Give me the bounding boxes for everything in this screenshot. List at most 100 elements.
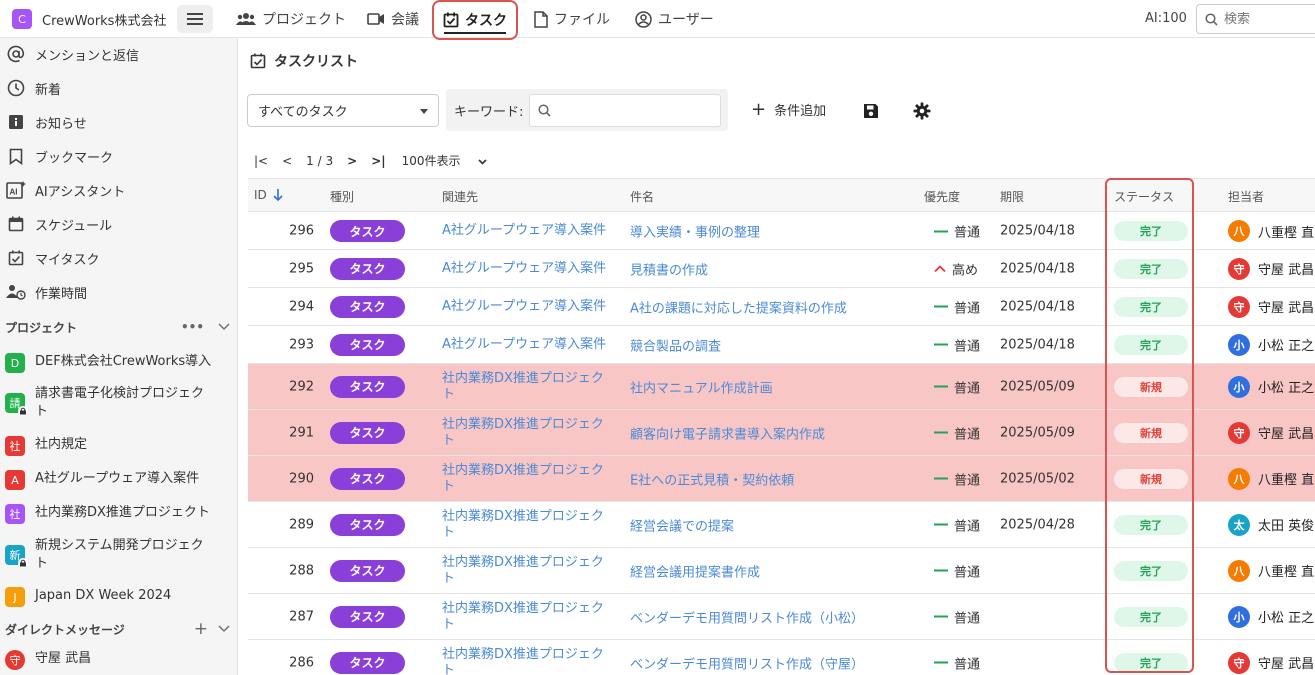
col-related[interactable]: 関連先 xyxy=(442,188,478,205)
task-related-link[interactable]: 社内業務DX推進プロジェクト xyxy=(442,371,614,403)
task-related-link[interactable]: 社内業務DX推進プロジェクト xyxy=(442,463,614,495)
nav-file[interactable]: ファイル xyxy=(534,0,610,38)
sidebar-item-work-time[interactable]: 作業時間 xyxy=(5,281,87,303)
table-row[interactable]: 291 タスク 社内業務DX推進プロジェクト 顧客向け電子請求書導入案内作成 普通 202… xyxy=(248,410,1315,456)
nav-meeting[interactable]: 会議 xyxy=(367,0,419,38)
table-row[interactable]: 288 タスク 社内業務DX推進プロジェクト 経営会議用提案書作成 普通 完了 八八重樫 直 xyxy=(248,548,1315,594)
global-search[interactable] xyxy=(1196,4,1315,34)
sidebar-item-schedule[interactable]: スケジュール xyxy=(5,213,112,235)
sidebar-item-ai-assistant[interactable]: AI AIアシスタント xyxy=(5,179,125,201)
chevron-down-icon[interactable] xyxy=(218,320,230,334)
task-status-badge: 完了 xyxy=(1114,221,1188,241)
save-filter-button[interactable] xyxy=(860,100,882,122)
nav-project[interactable]: プロジェクト xyxy=(236,0,346,38)
sidebar-item-notices[interactable]: お知らせ xyxy=(5,111,87,133)
project-item[interactable]: 新 新規システム開発プロジェクト xyxy=(5,537,230,573)
col-assignee[interactable]: 担当者 xyxy=(1228,188,1264,205)
sidebar-item-label: マイタスク xyxy=(35,252,100,268)
add-condition-button[interactable]: + 条件追加 xyxy=(751,100,826,119)
nav-user-label: ユーザー xyxy=(658,12,714,28)
task-assignee[interactable]: 八八重樫 直 xyxy=(1228,467,1314,490)
sidebar-item-new[interactable]: 新着 xyxy=(5,77,61,99)
task-assignee[interactable]: 守守屋 武昌 xyxy=(1228,421,1314,444)
prev-page-button[interactable]: < xyxy=(282,154,292,168)
project-item[interactable]: 社 社内規定 xyxy=(5,436,230,456)
project-item[interactable]: D DEF株式会社CrewWorks導入 xyxy=(5,353,230,373)
task-title-link[interactable]: 導入実績・事例の整理 xyxy=(630,222,760,241)
task-related-link[interactable]: A社グループウェア導入案件 xyxy=(442,223,614,239)
menu-toggle-button[interactable] xyxy=(177,5,213,33)
sidebar-item-bookmark[interactable]: ブックマーク xyxy=(5,145,113,167)
task-related-link[interactable]: 社内業務DX推進プロジェクト xyxy=(442,555,614,587)
global-search-input[interactable] xyxy=(1224,11,1314,27)
task-title-link[interactable]: A社の課題に対応した提案資料の作成 xyxy=(630,297,847,316)
col-title[interactable]: 件名 xyxy=(630,188,654,205)
task-assignee[interactable]: 八八重樫 直 xyxy=(1228,220,1314,242)
org-switcher[interactable]: C CrewWorks株式会社 xyxy=(12,9,166,29)
project-item[interactable]: 社 社内業務DX推進プロジェクト xyxy=(5,504,230,524)
col-priority[interactable]: 優先度 xyxy=(924,188,960,205)
task-assignee[interactable]: 守守屋 武昌 xyxy=(1228,257,1314,280)
first-page-button[interactable]: |< xyxy=(254,154,268,168)
keyword-input[interactable] xyxy=(529,93,722,127)
task-filter-select[interactable]: すべてのタスク xyxy=(247,94,439,127)
plus-icon[interactable]: + xyxy=(194,619,208,639)
col-status[interactable]: ステータス xyxy=(1114,188,1174,205)
table-row[interactable]: 286 タスク 社内業務DX推進プロジェクト ベンダーデモ用質問リスト作成（守屋） 普通… xyxy=(248,640,1315,675)
table-row[interactable]: 296 タスク A社グループウェア導入案件 導入実績・事例の整理 普通 2025/04/1… xyxy=(248,213,1315,250)
table-row[interactable]: 289 タスク 社内業務DX推進プロジェクト 経営会議での提案 普通 2025/04/28… xyxy=(248,502,1315,548)
table-row[interactable]: 287 タスク 社内業務DX推進プロジェクト ベンダーデモ用質問リスト作成（小松） 普通… xyxy=(248,594,1315,640)
nav-task[interactable]: タスク xyxy=(432,0,518,40)
task-title-link[interactable]: ベンダーデモ用質問リスト作成（小松） xyxy=(630,607,864,626)
task-related-link[interactable]: 社内業務DX推進プロジェクト xyxy=(442,647,614,675)
table-row[interactable]: 290 タスク 社内業務DX推進プロジェクト E社への正式見積・契約依頼 普通 2025/… xyxy=(248,456,1315,502)
next-page-button[interactable]: > xyxy=(347,154,357,168)
task-title-link[interactable]: E社への正式見積・契約依頼 xyxy=(630,469,794,488)
task-priority: 普通 xyxy=(934,423,980,442)
task-related-link[interactable]: A社グループウェア導入案件 xyxy=(442,299,614,315)
table-row[interactable]: 295 タスク A社グループウェア導入案件 見積書の作成 高め 2025/04/18 完了 守… xyxy=(248,250,1315,288)
per-page-label: 100件表示 xyxy=(401,154,461,168)
task-related-link[interactable]: A社グループウェア導入案件 xyxy=(442,261,614,277)
last-page-button[interactable]: >| xyxy=(371,154,385,168)
task-related-link[interactable]: 社内業務DX推進プロジェクト xyxy=(442,601,614,633)
task-title-link[interactable]: 経営会議用提案書作成 xyxy=(630,561,760,580)
per-page-select[interactable]: 100件表示 xyxy=(402,152,488,169)
col-deadline[interactable]: 期限 xyxy=(1000,188,1024,205)
project-item[interactable]: J Japan DX Week 2024 xyxy=(5,587,230,607)
col-type[interactable]: 種別 xyxy=(330,188,354,205)
settings-button[interactable] xyxy=(911,100,933,122)
task-title-link[interactable]: 社内マニュアル作成計画 xyxy=(630,377,773,396)
project-item[interactable]: 請 請求書電子化検討プロジェクト xyxy=(5,385,230,421)
task-assignee[interactable]: 八八重樫 直 xyxy=(1228,559,1314,582)
nav-user[interactable]: ユーザー xyxy=(635,0,714,38)
sidebar-item-my-task[interactable]: マイタスク xyxy=(5,247,99,269)
task-related-link[interactable]: 社内業務DX推進プロジェクト xyxy=(442,509,614,541)
task-assignee[interactable]: 小小松 正之 xyxy=(1228,605,1314,628)
task-title-link[interactable]: 競合製品の調査 xyxy=(630,335,721,354)
task-assignee[interactable]: 小小松 正之 xyxy=(1228,375,1314,398)
dm-item[interactable]: 守 守屋 武昌 xyxy=(5,650,230,670)
more-icon[interactable]: ••• xyxy=(181,320,204,334)
task-assignee[interactable]: 守守屋 武昌 xyxy=(1228,651,1314,674)
col-id[interactable]: ID xyxy=(254,188,283,202)
task-assignee[interactable]: 小小松 正之 xyxy=(1228,333,1314,356)
task-priority-label: 高め xyxy=(952,263,979,278)
task-priority: 普通 xyxy=(934,377,980,396)
task-assignee[interactable]: 守守屋 武昌 xyxy=(1228,295,1314,318)
sidebar-item-mentions[interactable]: メンションと返信 xyxy=(5,43,139,65)
task-title-link[interactable]: ベンダーデモ用質問リスト作成（守屋） xyxy=(630,653,864,672)
task-assignee[interactable]: 太太田 英俊 xyxy=(1228,513,1314,536)
project-badge: 新 xyxy=(5,545,28,568)
task-title-link[interactable]: 経営会議での提案 xyxy=(630,515,734,534)
task-related-link[interactable]: A社グループウェア導入案件 xyxy=(442,337,614,353)
task-title-link[interactable]: 見積書の作成 xyxy=(630,259,708,278)
priority-normal-icon xyxy=(934,661,948,665)
table-row[interactable]: 292 タスク 社内業務DX推進プロジェクト 社内マニュアル作成計画 普通 2025/05… xyxy=(248,364,1315,410)
chevron-down-icon[interactable] xyxy=(218,622,230,636)
task-title-link[interactable]: 顧客向け電子請求書導入案内作成 xyxy=(630,423,825,442)
project-item[interactable]: A A社グループウェア導入案件 xyxy=(5,470,230,490)
table-row[interactable]: 293 タスク A社グループウェア導入案件 競合製品の調査 普通 2025/04/18 完了… xyxy=(248,326,1315,364)
task-related-link[interactable]: 社内業務DX推進プロジェクト xyxy=(442,417,614,449)
table-row[interactable]: 294 タスク A社グループウェア導入案件 A社の課題に対応した提案資料の作成 普通 20… xyxy=(248,288,1315,326)
